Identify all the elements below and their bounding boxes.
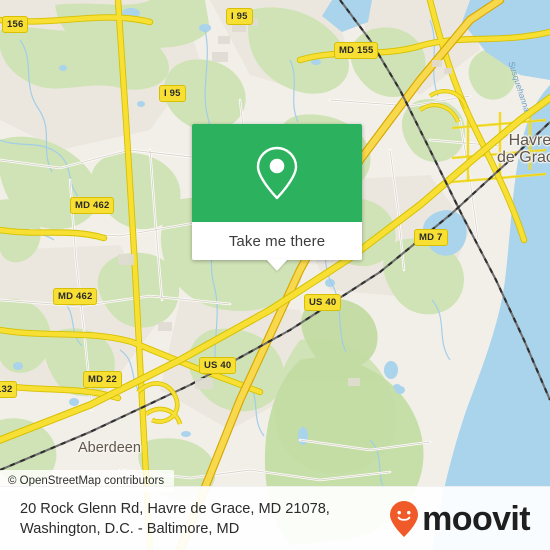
place-label-line2: de Grace bbox=[497, 149, 550, 166]
road-shield: I 95 bbox=[159, 85, 186, 102]
road-shield: MD 155 bbox=[334, 42, 379, 59]
road-shield: 156 bbox=[2, 16, 29, 33]
address-line-2: Washington, D.C. - Baltimore, MD bbox=[20, 520, 240, 537]
road-shield: MD 22 bbox=[83, 371, 122, 388]
moovit-pin-icon bbox=[390, 500, 419, 537]
take-me-there-label: Take me there bbox=[228, 232, 326, 250]
address-line-1: 20 Rock Glenn Rd, Havre de Grace, MD 210… bbox=[20, 500, 330, 517]
road-shield: I 95 bbox=[226, 8, 253, 25]
moovit-logo[interactable]: moovit bbox=[389, 499, 531, 538]
moovit-wordmark: moovit bbox=[422, 499, 530, 538]
road-shield: MD 462 bbox=[53, 288, 98, 305]
address-block: 20 Rock Glenn Rd, Havre de Grace, MD 210… bbox=[20, 499, 330, 539]
popup-action-panel[interactable]: Take me there bbox=[192, 222, 362, 271]
road-shield: 132 bbox=[0, 381, 18, 398]
destination-popup[interactable]: Take me there bbox=[192, 124, 362, 271]
map-pin-icon bbox=[256, 146, 298, 200]
road-shield: MD 7 bbox=[414, 229, 448, 246]
map-canvas[interactable] bbox=[0, 0, 550, 550]
place-label-havre-de-grace: Havre de Grace bbox=[497, 132, 550, 166]
road-shield: MD 462 bbox=[70, 197, 115, 214]
place-label-aberdeen: Aberdeen bbox=[78, 440, 141, 456]
road-shield: US 40 bbox=[199, 357, 237, 374]
place-label-line1: Havre bbox=[508, 132, 550, 149]
road-shield: US 40 bbox=[304, 294, 342, 311]
map-screen: 156 I 95 MD 155 I 95 MD 462 MD 7 MD 462 … bbox=[0, 0, 550, 550]
popup-image-panel bbox=[192, 124, 362, 222]
popup-tail bbox=[266, 259, 288, 271]
bottom-info-bar: 20 Rock Glenn Rd, Havre de Grace, MD 210… bbox=[0, 486, 550, 550]
